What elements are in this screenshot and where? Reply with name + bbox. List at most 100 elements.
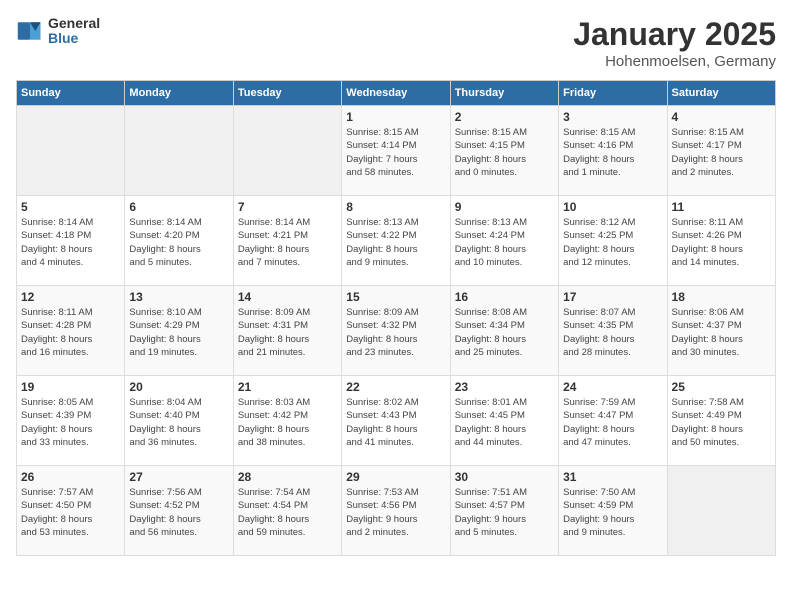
weekday-header-thursday: Thursday	[450, 81, 558, 106]
day-number: 10	[563, 200, 662, 214]
calendar-cell: 22 Sunrise: 8:02 AMSunset: 4:43 PMDayligh…	[342, 376, 450, 466]
day-info: Sunrise: 8:08 AMSunset: 4:34 PMDaylight:…	[455, 306, 554, 359]
day-number: 2	[455, 110, 554, 124]
title-block: January 2025 Hohenmoelsen, Germany	[573, 16, 776, 70]
calendar-cell: 2 Sunrise: 8:15 AMSunset: 4:15 PMDaylight…	[450, 106, 558, 196]
calendar-cell: 9 Sunrise: 8:13 AMSunset: 4:24 PMDaylight…	[450, 196, 558, 286]
calendar-week-1: 1 Sunrise: 8:15 AMSunset: 4:14 PMDaylight…	[17, 106, 776, 196]
calendar-table: SundayMondayTuesdayWednesdayThursdayFrid…	[16, 80, 776, 556]
day-info: Sunrise: 7:59 AMSunset: 4:47 PMDaylight:…	[563, 396, 662, 449]
day-info: Sunrise: 8:05 AMSunset: 4:39 PMDaylight:…	[21, 396, 120, 449]
calendar-cell: 15Sunrise: 8:09 AMSunset: 4:32 PMDayligh…	[342, 286, 450, 376]
calendar-week-4: 19 Sunrise: 8:05 AMSunset: 4:39 PMDayligh…	[17, 376, 776, 466]
day-number: 18	[672, 290, 771, 304]
day-number: 8	[346, 200, 445, 214]
calendar-cell: 31 Sunrise: 7:50 AMSunset: 4:59 PMDayligh…	[559, 466, 667, 556]
calendar-cell: 26 Sunrise: 7:57 AMSunset: 4:50 PMDayligh…	[17, 466, 125, 556]
calendar-cell: 20 Sunrise: 8:04 AMSunset: 4:40 PMDayligh…	[125, 376, 233, 466]
day-number: 11	[672, 200, 771, 214]
calendar-cell: 23 Sunrise: 8:01 AMSunset: 4:45 PMDayligh…	[450, 376, 558, 466]
day-info: Sunrise: 7:54 AMSunset: 4:54 PMDaylight:…	[238, 486, 337, 539]
calendar-cell	[667, 466, 775, 556]
calendar-week-5: 26 Sunrise: 7:57 AMSunset: 4:50 PMDayligh…	[17, 466, 776, 556]
day-info: Sunrise: 7:50 AMSunset: 4:59 PMDaylight:…	[563, 486, 662, 539]
day-info: Sunrise: 8:15 AMSunset: 4:14 PMDaylight:…	[346, 126, 445, 179]
calendar-cell: 17 Sunrise: 8:07 AMSunset: 4:35 PMDayligh…	[559, 286, 667, 376]
calendar-cell: 24 Sunrise: 7:59 AMSunset: 4:47 PMDayligh…	[559, 376, 667, 466]
calendar-cell: 11 Sunrise: 8:11 AMSunset: 4:26 PMDayligh…	[667, 196, 775, 286]
day-number: 29	[346, 470, 445, 484]
day-info: Sunrise: 8:02 AMSunset: 4:43 PMDaylight:…	[346, 396, 445, 449]
calendar-cell: 3Sunrise: 8:15 AMSunset: 4:16 PMDaylight…	[559, 106, 667, 196]
day-number: 17	[563, 290, 662, 304]
day-info: Sunrise: 7:51 AMSunset: 4:57 PMDaylight:…	[455, 486, 554, 539]
logo: General Blue	[16, 16, 100, 47]
day-info: Sunrise: 8:04 AMSunset: 4:40 PMDaylight:…	[129, 396, 228, 449]
calendar-week-2: 5 Sunrise: 8:14 AMSunset: 4:18 PMDaylight…	[17, 196, 776, 286]
calendar-cell: 19 Sunrise: 8:05 AMSunset: 4:39 PMDayligh…	[17, 376, 125, 466]
day-number: 20	[129, 380, 228, 394]
day-number: 22	[346, 380, 445, 394]
day-info: Sunrise: 8:14 AMSunset: 4:21 PMDaylight:…	[238, 216, 337, 269]
day-info: Sunrise: 8:11 AMSunset: 4:26 PMDaylight:…	[672, 216, 771, 269]
day-info: Sunrise: 8:09 AMSunset: 4:31 PMDaylight:…	[238, 306, 337, 359]
day-number: 9	[455, 200, 554, 214]
calendar-cell	[125, 106, 233, 196]
day-info: Sunrise: 8:15 AMSunset: 4:15 PMDaylight:…	[455, 126, 554, 179]
calendar-cell: 27Sunrise: 7:56 AMSunset: 4:52 PMDayligh…	[125, 466, 233, 556]
day-info: Sunrise: 8:09 AMSunset: 4:32 PMDaylight:…	[346, 306, 445, 359]
day-info: Sunrise: 8:07 AMSunset: 4:35 PMDaylight:…	[563, 306, 662, 359]
day-info: Sunrise: 7:57 AMSunset: 4:50 PMDaylight:…	[21, 486, 120, 539]
page-header: General Blue January 2025 Hohenmoelsen, …	[16, 16, 776, 70]
calendar-cell: 6 Sunrise: 8:14 AMSunset: 4:20 PMDaylight…	[125, 196, 233, 286]
weekday-header-saturday: Saturday	[667, 81, 775, 106]
logo-blue-text: Blue	[48, 31, 100, 46]
day-info: Sunrise: 8:11 AMSunset: 4:28 PMDaylight:…	[21, 306, 120, 359]
calendar-body: 1 Sunrise: 8:15 AMSunset: 4:14 PMDaylight…	[17, 106, 776, 556]
day-number: 16	[455, 290, 554, 304]
day-number: 21	[238, 380, 337, 394]
logo-general-text: General	[48, 16, 100, 31]
calendar-cell: 7Sunrise: 8:14 AMSunset: 4:21 PMDaylight…	[233, 196, 341, 286]
day-info: Sunrise: 8:03 AMSunset: 4:42 PMDaylight:…	[238, 396, 337, 449]
day-number: 25	[672, 380, 771, 394]
weekday-header-tuesday: Tuesday	[233, 81, 341, 106]
calendar-cell: 18 Sunrise: 8:06 AMSunset: 4:37 PMDayligh…	[667, 286, 775, 376]
calendar-cell: 13Sunrise: 8:10 AMSunset: 4:29 PMDayligh…	[125, 286, 233, 376]
day-number: 19	[21, 380, 120, 394]
calendar-cell: 21 Sunrise: 8:03 AMSunset: 4:42 PMDayligh…	[233, 376, 341, 466]
day-info: Sunrise: 7:53 AMSunset: 4:56 PMDaylight:…	[346, 486, 445, 539]
day-info: Sunrise: 8:13 AMSunset: 4:24 PMDaylight:…	[455, 216, 554, 269]
day-info: Sunrise: 8:01 AMSunset: 4:45 PMDaylight:…	[455, 396, 554, 449]
day-info: Sunrise: 8:15 AMSunset: 4:17 PMDaylight:…	[672, 126, 771, 179]
calendar-cell: 29 Sunrise: 7:53 AMSunset: 4:56 PMDayligh…	[342, 466, 450, 556]
day-number: 24	[563, 380, 662, 394]
day-number: 14	[238, 290, 337, 304]
day-number: 28	[238, 470, 337, 484]
day-number: 23	[455, 380, 554, 394]
month-title: January 2025	[573, 16, 776, 53]
calendar-cell: 16 Sunrise: 8:08 AMSunset: 4:34 PMDayligh…	[450, 286, 558, 376]
day-info: Sunrise: 8:13 AMSunset: 4:22 PMDaylight:…	[346, 216, 445, 269]
calendar-week-3: 12 Sunrise: 8:11 AMSunset: 4:28 PMDayligh…	[17, 286, 776, 376]
day-number: 12	[21, 290, 120, 304]
day-number: 30	[455, 470, 554, 484]
weekday-header-friday: Friday	[559, 81, 667, 106]
day-number: 6	[129, 200, 228, 214]
day-info: Sunrise: 8:14 AMSunset: 4:18 PMDaylight:…	[21, 216, 120, 269]
day-info: Sunrise: 8:06 AMSunset: 4:37 PMDaylight:…	[672, 306, 771, 359]
weekday-header-row: SundayMondayTuesdayWednesdayThursdayFrid…	[17, 81, 776, 106]
day-number: 26	[21, 470, 120, 484]
day-number: 1	[346, 110, 445, 124]
day-info: Sunrise: 7:58 AMSunset: 4:49 PMDaylight:…	[672, 396, 771, 449]
day-number: 3	[563, 110, 662, 124]
logo-icon	[16, 17, 44, 45]
day-info: Sunrise: 8:14 AMSunset: 4:20 PMDaylight:…	[129, 216, 228, 269]
calendar-cell: 28 Sunrise: 7:54 AMSunset: 4:54 PMDayligh…	[233, 466, 341, 556]
day-number: 5	[21, 200, 120, 214]
weekday-header-monday: Monday	[125, 81, 233, 106]
day-number: 31	[563, 470, 662, 484]
calendar-cell: 4Sunrise: 8:15 AMSunset: 4:17 PMDaylight…	[667, 106, 775, 196]
calendar-cell: 25 Sunrise: 7:58 AMSunset: 4:49 PMDayligh…	[667, 376, 775, 466]
calendar-cell: 12 Sunrise: 8:11 AMSunset: 4:28 PMDayligh…	[17, 286, 125, 376]
